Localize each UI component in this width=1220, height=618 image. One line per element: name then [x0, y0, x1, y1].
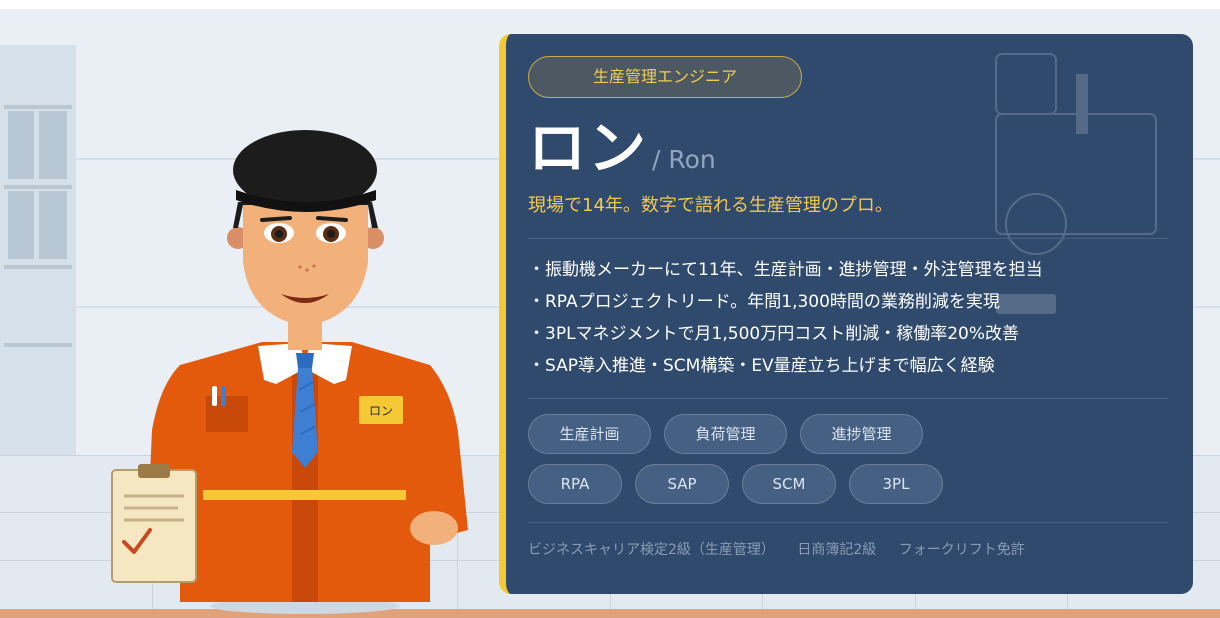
window-sill [4, 265, 72, 269]
top-strip [0, 0, 1220, 9]
tagline: 現場で14年。数字で語れる生産管理のプロ。 [528, 195, 893, 216]
tie-knot [296, 353, 314, 368]
tool-tag: 3PL [849, 464, 943, 504]
tool-tag-row: RPA SAP SCM 3PL [528, 464, 1188, 504]
freckle [305, 268, 309, 272]
tool-tag: SCM [742, 464, 836, 504]
certification-item: フォークリフト免許 [898, 542, 1025, 558]
window-pane [39, 111, 67, 179]
left-iris [275, 230, 283, 238]
skill-tag: 生産計画 [528, 414, 651, 454]
tool-tag: RPA [528, 464, 622, 504]
right-hand [410, 511, 458, 545]
tool-tag: SAP [635, 464, 729, 504]
window-sill [4, 343, 72, 347]
experience-item: ・SAP導入推進・SCM構築・EV量産立ち上げまで幅広く経験 [528, 356, 995, 376]
certification-item: ビジネスキャリア検定2級（生産管理） [528, 542, 775, 558]
divider [528, 238, 1168, 239]
window-pane [8, 191, 34, 259]
skill-tag: 進捗管理 [800, 414, 923, 454]
role-badge: 生産管理エンジニア [528, 56, 802, 98]
skill-tag: 負荷管理 [664, 414, 787, 454]
experience-item: ・振動機メーカーにて11年、生産計画・進捗管理・外注管理を担当 [528, 260, 1043, 280]
window-frame [0, 45, 76, 455]
profile-card: 生産管理エンジニア ロン / Ron 現場で14年。数字で語れる生産管理のプロ。… [499, 34, 1193, 594]
experience-item: ・RPAプロジェクトリード。年間1,300時間の業務削減を実現 [528, 292, 1000, 312]
window-sill [4, 105, 72, 109]
right-iris [327, 230, 335, 238]
clipboard-check-icon [111, 469, 197, 583]
engineer-character-illustration: ロン [111, 130, 468, 614]
deco-shape [995, 53, 1057, 115]
certifications: ビジネスキャリア検定2級（生産管理） 日商簿記2級 フォークリフト免許 [528, 538, 1025, 562]
deco-shape [1005, 193, 1067, 255]
skill-tag-row: 生産計画 負荷管理 進捗管理 [528, 414, 1188, 454]
name-english: / Ron [652, 145, 716, 174]
window-pane [39, 191, 67, 259]
window-pane [8, 111, 34, 179]
experience-item: ・3PLマネジメントで月1,500万円コスト削減・稼働率20%改善 [528, 324, 1019, 344]
uniform-stripe [203, 490, 406, 500]
skill-tags: 生産計画 負荷管理 進捗管理 RPA SAP SCM 3PL [528, 414, 1188, 514]
left-eyebrow [260, 216, 292, 222]
right-eyebrow [316, 216, 348, 222]
deco-shape [1076, 74, 1088, 134]
pen [212, 386, 217, 406]
experience-list: ・振動機メーカーにて11年、生産計画・進捗管理・外注管理を担当 ・RPAプロジェ… [528, 254, 1043, 382]
pen [221, 386, 226, 406]
freckle [312, 264, 316, 268]
window-sill [4, 185, 72, 189]
freckle [298, 265, 302, 269]
certification-item: 日商簿記2級 [797, 542, 877, 558]
name-japanese: ロン [528, 114, 649, 182]
divider [528, 522, 1168, 523]
divider [528, 398, 1168, 399]
clipboard-clip [138, 464, 170, 478]
name-badge-label: ロン [369, 404, 393, 418]
